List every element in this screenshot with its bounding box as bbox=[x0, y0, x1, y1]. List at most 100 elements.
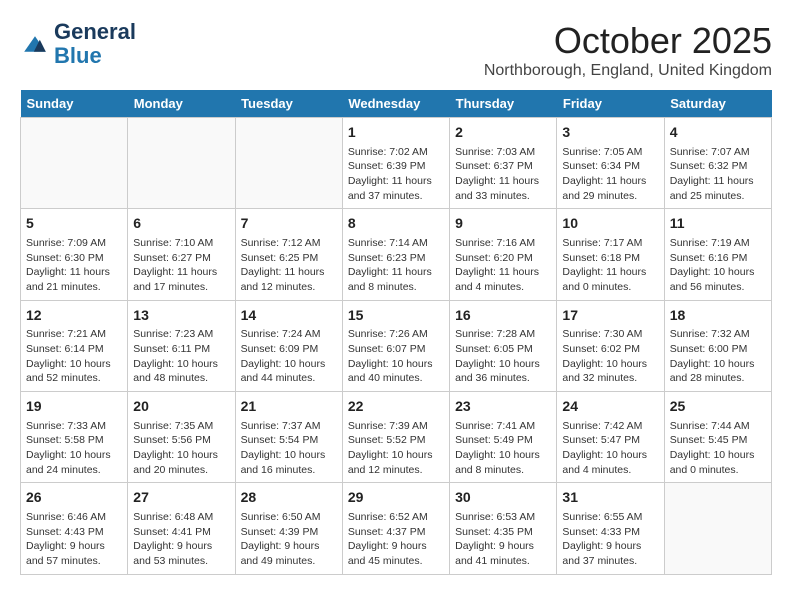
day-info: Sunrise: 7:33 AMSunset: 5:58 PMDaylight:… bbox=[26, 419, 122, 478]
day-info: Sunrise: 7:32 AMSunset: 6:00 PMDaylight:… bbox=[670, 327, 766, 386]
day-info: Sunrise: 7:03 AMSunset: 6:37 PMDaylight:… bbox=[455, 145, 551, 204]
day-info: Sunrise: 7:14 AMSunset: 6:23 PMDaylight:… bbox=[348, 236, 444, 295]
day-info: Sunrise: 7:07 AMSunset: 6:32 PMDaylight:… bbox=[670, 145, 766, 204]
calendar-cell: 9Sunrise: 7:16 AMSunset: 6:20 PMDaylight… bbox=[450, 209, 557, 300]
day-number: 9 bbox=[455, 214, 551, 234]
day-info: Sunrise: 7:26 AMSunset: 6:07 PMDaylight:… bbox=[348, 327, 444, 386]
calendar-cell: 24Sunrise: 7:42 AMSunset: 5:47 PMDayligh… bbox=[557, 392, 664, 483]
day-info: Sunrise: 7:28 AMSunset: 6:05 PMDaylight:… bbox=[455, 327, 551, 386]
day-number: 3 bbox=[562, 123, 658, 143]
logo-general: General bbox=[54, 20, 136, 44]
location-title: Northborough, England, United Kingdom bbox=[484, 62, 772, 80]
day-info: Sunrise: 7:39 AMSunset: 5:52 PMDaylight:… bbox=[348, 419, 444, 478]
day-number: 4 bbox=[670, 123, 766, 143]
calendar-cell: 6Sunrise: 7:10 AMSunset: 6:27 PMDaylight… bbox=[128, 209, 235, 300]
day-number: 1 bbox=[348, 123, 444, 143]
day-number: 28 bbox=[241, 488, 337, 508]
day-number: 19 bbox=[26, 397, 122, 417]
day-number: 20 bbox=[133, 397, 229, 417]
calendar-table: SundayMondayTuesdayWednesdayThursdayFrid… bbox=[20, 90, 772, 575]
day-number: 11 bbox=[670, 214, 766, 234]
day-number: 5 bbox=[26, 214, 122, 234]
weekday-header-tuesday: Tuesday bbox=[235, 90, 342, 118]
day-info: Sunrise: 7:16 AMSunset: 6:20 PMDaylight:… bbox=[455, 236, 551, 295]
calendar-cell: 10Sunrise: 7:17 AMSunset: 6:18 PMDayligh… bbox=[557, 209, 664, 300]
day-number: 22 bbox=[348, 397, 444, 417]
calendar-cell: 23Sunrise: 7:41 AMSunset: 5:49 PMDayligh… bbox=[450, 392, 557, 483]
logo-blue: Blue bbox=[54, 44, 136, 68]
week-row-3: 12Sunrise: 7:21 AMSunset: 6:14 PMDayligh… bbox=[21, 300, 772, 391]
week-row-2: 5Sunrise: 7:09 AMSunset: 6:30 PMDaylight… bbox=[21, 209, 772, 300]
day-number: 29 bbox=[348, 488, 444, 508]
day-number: 18 bbox=[670, 306, 766, 326]
calendar-header-row: SundayMondayTuesdayWednesdayThursdayFrid… bbox=[21, 90, 772, 118]
day-info: Sunrise: 7:21 AMSunset: 6:14 PMDaylight:… bbox=[26, 327, 122, 386]
day-info: Sunrise: 7:12 AMSunset: 6:25 PMDaylight:… bbox=[241, 236, 337, 295]
page-header: General Blue October 2025 Northborough, … bbox=[20, 20, 772, 80]
calendar-cell: 15Sunrise: 7:26 AMSunset: 6:07 PMDayligh… bbox=[342, 300, 449, 391]
calendar-cell: 8Sunrise: 7:14 AMSunset: 6:23 PMDaylight… bbox=[342, 209, 449, 300]
calendar-cell: 14Sunrise: 7:24 AMSunset: 6:09 PMDayligh… bbox=[235, 300, 342, 391]
calendar-cell: 4Sunrise: 7:07 AMSunset: 6:32 PMDaylight… bbox=[664, 118, 771, 209]
calendar-cell: 25Sunrise: 7:44 AMSunset: 5:45 PMDayligh… bbox=[664, 392, 771, 483]
day-number: 6 bbox=[133, 214, 229, 234]
day-info: Sunrise: 6:55 AMSunset: 4:33 PMDaylight:… bbox=[562, 510, 658, 569]
weekday-header-sunday: Sunday bbox=[21, 90, 128, 118]
weekday-header-thursday: Thursday bbox=[450, 90, 557, 118]
day-number: 17 bbox=[562, 306, 658, 326]
day-number: 25 bbox=[670, 397, 766, 417]
day-info: Sunrise: 6:53 AMSunset: 4:35 PMDaylight:… bbox=[455, 510, 551, 569]
calendar-cell: 12Sunrise: 7:21 AMSunset: 6:14 PMDayligh… bbox=[21, 300, 128, 391]
day-info: Sunrise: 7:42 AMSunset: 5:47 PMDaylight:… bbox=[562, 419, 658, 478]
day-number: 12 bbox=[26, 306, 122, 326]
day-number: 24 bbox=[562, 397, 658, 417]
calendar-cell: 28Sunrise: 6:50 AMSunset: 4:39 PMDayligh… bbox=[235, 483, 342, 574]
calendar-cell: 30Sunrise: 6:53 AMSunset: 4:35 PMDayligh… bbox=[450, 483, 557, 574]
weekday-header-saturday: Saturday bbox=[664, 90, 771, 118]
calendar-cell: 20Sunrise: 7:35 AMSunset: 5:56 PMDayligh… bbox=[128, 392, 235, 483]
weekday-header-friday: Friday bbox=[557, 90, 664, 118]
day-number: 8 bbox=[348, 214, 444, 234]
day-number: 15 bbox=[348, 306, 444, 326]
day-number: 14 bbox=[241, 306, 337, 326]
calendar-cell: 7Sunrise: 7:12 AMSunset: 6:25 PMDaylight… bbox=[235, 209, 342, 300]
calendar-cell: 5Sunrise: 7:09 AMSunset: 6:30 PMDaylight… bbox=[21, 209, 128, 300]
day-info: Sunrise: 7:09 AMSunset: 6:30 PMDaylight:… bbox=[26, 236, 122, 295]
day-info: Sunrise: 7:35 AMSunset: 5:56 PMDaylight:… bbox=[133, 419, 229, 478]
calendar-cell: 11Sunrise: 7:19 AMSunset: 6:16 PMDayligh… bbox=[664, 209, 771, 300]
day-number: 23 bbox=[455, 397, 551, 417]
calendar-cell: 16Sunrise: 7:28 AMSunset: 6:05 PMDayligh… bbox=[450, 300, 557, 391]
calendar-cell: 22Sunrise: 7:39 AMSunset: 5:52 PMDayligh… bbox=[342, 392, 449, 483]
calendar-cell bbox=[664, 483, 771, 574]
day-info: Sunrise: 6:52 AMSunset: 4:37 PMDaylight:… bbox=[348, 510, 444, 569]
calendar-cell bbox=[235, 118, 342, 209]
day-info: Sunrise: 7:23 AMSunset: 6:11 PMDaylight:… bbox=[133, 327, 229, 386]
day-info: Sunrise: 6:50 AMSunset: 4:39 PMDaylight:… bbox=[241, 510, 337, 569]
day-info: Sunrise: 6:46 AMSunset: 4:43 PMDaylight:… bbox=[26, 510, 122, 569]
calendar-cell: 27Sunrise: 6:48 AMSunset: 4:41 PMDayligh… bbox=[128, 483, 235, 574]
day-info: Sunrise: 7:02 AMSunset: 6:39 PMDaylight:… bbox=[348, 145, 444, 204]
day-info: Sunrise: 7:30 AMSunset: 6:02 PMDaylight:… bbox=[562, 327, 658, 386]
calendar-cell bbox=[21, 118, 128, 209]
day-number: 21 bbox=[241, 397, 337, 417]
day-info: Sunrise: 7:41 AMSunset: 5:49 PMDaylight:… bbox=[455, 419, 551, 478]
day-number: 27 bbox=[133, 488, 229, 508]
weekday-header-monday: Monday bbox=[128, 90, 235, 118]
day-number: 26 bbox=[26, 488, 122, 508]
logo: General Blue bbox=[20, 20, 136, 68]
day-info: Sunrise: 7:37 AMSunset: 5:54 PMDaylight:… bbox=[241, 419, 337, 478]
calendar-cell: 21Sunrise: 7:37 AMSunset: 5:54 PMDayligh… bbox=[235, 392, 342, 483]
day-info: Sunrise: 7:24 AMSunset: 6:09 PMDaylight:… bbox=[241, 327, 337, 386]
calendar-cell: 31Sunrise: 6:55 AMSunset: 4:33 PMDayligh… bbox=[557, 483, 664, 574]
calendar-cell: 13Sunrise: 7:23 AMSunset: 6:11 PMDayligh… bbox=[128, 300, 235, 391]
month-title: October 2025 bbox=[484, 20, 772, 62]
calendar-cell: 2Sunrise: 7:03 AMSunset: 6:37 PMDaylight… bbox=[450, 118, 557, 209]
day-info: Sunrise: 7:44 AMSunset: 5:45 PMDaylight:… bbox=[670, 419, 766, 478]
calendar-cell: 19Sunrise: 7:33 AMSunset: 5:58 PMDayligh… bbox=[21, 392, 128, 483]
day-info: Sunrise: 7:10 AMSunset: 6:27 PMDaylight:… bbox=[133, 236, 229, 295]
day-number: 31 bbox=[562, 488, 658, 508]
day-number: 16 bbox=[455, 306, 551, 326]
calendar-cell: 1Sunrise: 7:02 AMSunset: 6:39 PMDaylight… bbox=[342, 118, 449, 209]
day-info: Sunrise: 7:19 AMSunset: 6:16 PMDaylight:… bbox=[670, 236, 766, 295]
day-number: 13 bbox=[133, 306, 229, 326]
